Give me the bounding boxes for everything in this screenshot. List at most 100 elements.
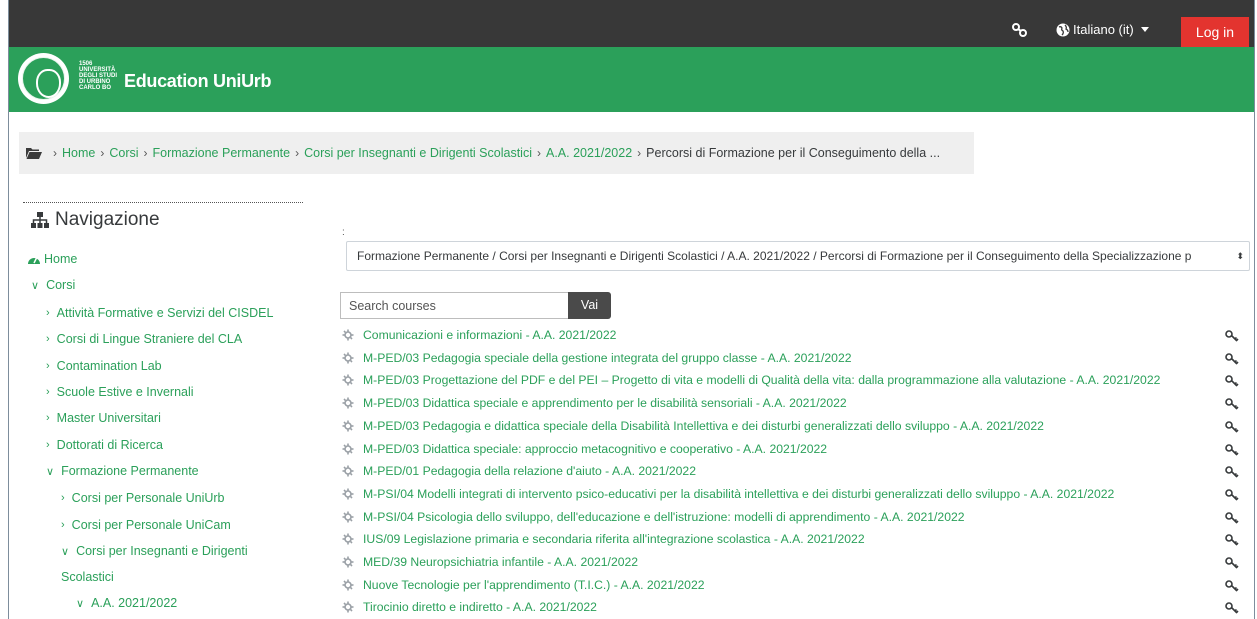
category-select-label: :	[342, 227, 345, 238]
search-courses-input[interactable]	[340, 292, 569, 319]
breadcrumb-corsi[interactable]: Corsi	[109, 146, 138, 160]
course-link[interactable]: M-PSI/04 Modelli integrati di intervento…	[342, 487, 1114, 501]
breadcrumb-corsi-insegnanti[interactable]: Corsi per Insegnanti e Dirigenti Scolast…	[304, 146, 532, 160]
course-link[interactable]: M-PED/03 Progettazione del PDF e del PEI…	[342, 373, 1160, 387]
share-icon[interactable]	[1012, 23, 1028, 37]
course-link[interactable]: M-PED/03 Pedagogia speciale della gestio…	[342, 351, 852, 365]
tachometer-icon	[28, 256, 40, 264]
chevron-right-icon: ›	[46, 360, 50, 372]
caret-down-icon	[1140, 27, 1149, 32]
breadcrumb-separator: ›	[100, 146, 105, 160]
key-icon	[1225, 488, 1239, 502]
nav-item-cla[interactable]: › Corsi di Lingue Straniere del CLA	[46, 332, 242, 346]
chevron-right-icon: ›	[61, 492, 65, 504]
breadcrumb: › Home › Corsi › Formazione Permanente ›…	[19, 132, 974, 174]
breadcrumb-separator: ›	[295, 146, 300, 160]
course-gear-icon	[342, 420, 354, 432]
site-title[interactable]: Education UniUrb	[124, 71, 272, 92]
chevron-down-icon: ∨	[31, 279, 40, 292]
key-icon	[1225, 420, 1239, 434]
course-link[interactable]: M-PED/03 Pedagogia e didattica speciale …	[342, 419, 1044, 433]
course-title: M-PED/03 Pedagogia speciale della gestio…	[363, 350, 852, 365]
course-gear-icon	[342, 511, 354, 523]
nav-item-insegnanti-dirigenti[interactable]: ∨ Corsi per Insegnanti e Dirigenti	[61, 544, 248, 558]
course-link[interactable]: M-PED/03 Didattica speciale: approccio m…	[342, 442, 827, 456]
course-gear-icon	[342, 579, 354, 591]
key-icon	[1225, 556, 1239, 570]
globe-icon	[1056, 23, 1070, 36]
course-link[interactable]: M-PSI/04 Psicologia dello sviluppo, dell…	[342, 510, 965, 524]
breadcrumb-anno[interactable]: A.A. 2021/2022	[546, 146, 632, 160]
nav-item-personale-unicam[interactable]: › Corsi per Personale UniCam	[61, 518, 231, 532]
course-link[interactable]: M-PED/03 Didattica speciale e apprendime…	[342, 396, 847, 410]
folder-open-icon	[26, 148, 42, 159]
breadcrumb-formazione-permanente[interactable]: Formazione Permanente	[153, 146, 291, 160]
nav-home[interactable]: Home	[27, 252, 77, 266]
select-arrows-icon: ⬍	[1233, 242, 1244, 270]
nav-item-contamination-lab[interactable]: › Contamination Lab	[46, 359, 162, 373]
course-link[interactable]: M-PED/01 Pedagogia della relazione d'aiu…	[342, 464, 696, 478]
chevron-down-icon: ∨	[76, 597, 85, 610]
category-select[interactable]: Formazione Permanente / Corsi per Insegn…	[346, 241, 1250, 271]
key-icon	[1225, 397, 1239, 411]
search-button[interactable]: Vai	[568, 292, 611, 319]
course-title: Comunicazioni e informazioni - A.A. 2021…	[363, 328, 617, 342]
key-icon	[1225, 465, 1239, 479]
nav-item-personale-uniurb[interactable]: › Corsi per Personale UniUrb	[61, 491, 225, 505]
nav-item-formazione-permanente[interactable]: ∨ Formazione Permanente	[46, 464, 199, 478]
course-title: M-PED/03 Didattica speciale e apprendime…	[363, 396, 847, 411]
nav-item-master[interactable]: › Master Universitari	[46, 411, 161, 425]
course-link[interactable]: IUS/09 Legislazione primaria e secondari…	[342, 532, 865, 546]
course-link[interactable]: Comunicazioni e informazioni - A.A. 2021…	[342, 328, 616, 342]
nav-divider	[23, 202, 303, 203]
course-title: Tirocinio diretto e indiretto - A.A. 202…	[363, 600, 597, 615]
breadcrumb-separator: ›	[637, 146, 642, 160]
course-gear-icon	[342, 397, 354, 409]
nav-item-scuole-estive[interactable]: › Scuole Estive e Invernali	[46, 385, 194, 399]
course-gear-icon	[342, 352, 354, 364]
chevron-right-icon: ›	[46, 386, 50, 398]
chevron-right-icon: ›	[61, 519, 65, 531]
key-icon	[1225, 374, 1239, 388]
course-title: M-PED/03 Pedagogia e didattica speciale …	[363, 418, 1044, 433]
breadcrumb-separator: ›	[143, 146, 148, 160]
course-link[interactable]: Tirocinio diretto e indiretto - A.A. 202…	[342, 600, 597, 614]
course-gear-icon	[342, 374, 354, 386]
course-title: M-PSI/04 Modelli integrati di intervento…	[363, 486, 1115, 501]
course-title: M-PED/03 Progettazione del PDF e del PEI…	[363, 373, 1161, 388]
chevron-down-icon: ∨	[61, 545, 70, 558]
course-title: MED/39 Neuropsichiatria infantile - A.A.…	[363, 555, 639, 569]
course-gear-icon	[342, 465, 354, 477]
nav-item-anno[interactable]: ∨ A.A. 2021/2022	[76, 596, 177, 610]
chevron-right-icon: ›	[46, 439, 50, 451]
university-seal-logo[interactable]	[18, 53, 69, 104]
course-gear-icon	[342, 556, 354, 568]
course-title: Nuove Tecnologie per l'apprendimento (T.…	[363, 577, 705, 592]
language-label: Italiano (it)	[1073, 22, 1134, 37]
nav-item-insegnanti-dirigenti-cont[interactable]: Scolastici	[61, 570, 114, 584]
chevron-right-icon: ›	[46, 307, 50, 319]
chevron-down-icon: ∨	[46, 465, 55, 478]
course-title: M-PSI/04 Psicologia dello sviluppo, dell…	[363, 509, 965, 524]
breadcrumb-home[interactable]: Home	[62, 146, 95, 160]
nav-item-cisdel[interactable]: › Attività Formative e Servizi del CISDE…	[46, 306, 273, 320]
university-logo-text: 1506 UNIVERSITÀ DEGLI STUDI DI URBINO CA…	[79, 61, 118, 91]
key-icon	[1225, 533, 1239, 547]
course-gear-icon	[342, 443, 354, 455]
breadcrumb-separator: ›	[53, 146, 57, 160]
course-title: M-PED/01 Pedagogia della relazione d'aiu…	[363, 464, 696, 479]
login-button[interactable]: Log in	[1181, 17, 1249, 47]
nav-corsi[interactable]: ∨ Corsi	[31, 278, 75, 292]
course-title: IUS/09 Legislazione primaria e secondari…	[363, 532, 865, 547]
course-gear-icon	[342, 533, 354, 545]
course-link[interactable]: MED/39 Neuropsichiatria infantile - A.A.…	[342, 555, 638, 569]
course-title: M-PED/03 Didattica speciale: approccio m…	[363, 441, 828, 456]
language-menu[interactable]: Italiano (it)	[1056, 22, 1149, 37]
breadcrumb-current: Percorsi di Formazione per il Conseguime…	[646, 146, 941, 160]
top-navbar: Italiano (it) Log in	[9, 0, 1254, 47]
key-icon	[1225, 511, 1239, 525]
course-link[interactable]: Nuove Tecnologie per l'apprendimento (T.…	[342, 578, 705, 592]
navigation-title[interactable]: Navigazione	[31, 209, 160, 231]
nav-item-dottorati[interactable]: › Dottorati di Ricerca	[46, 438, 163, 452]
key-icon	[1225, 579, 1239, 593]
